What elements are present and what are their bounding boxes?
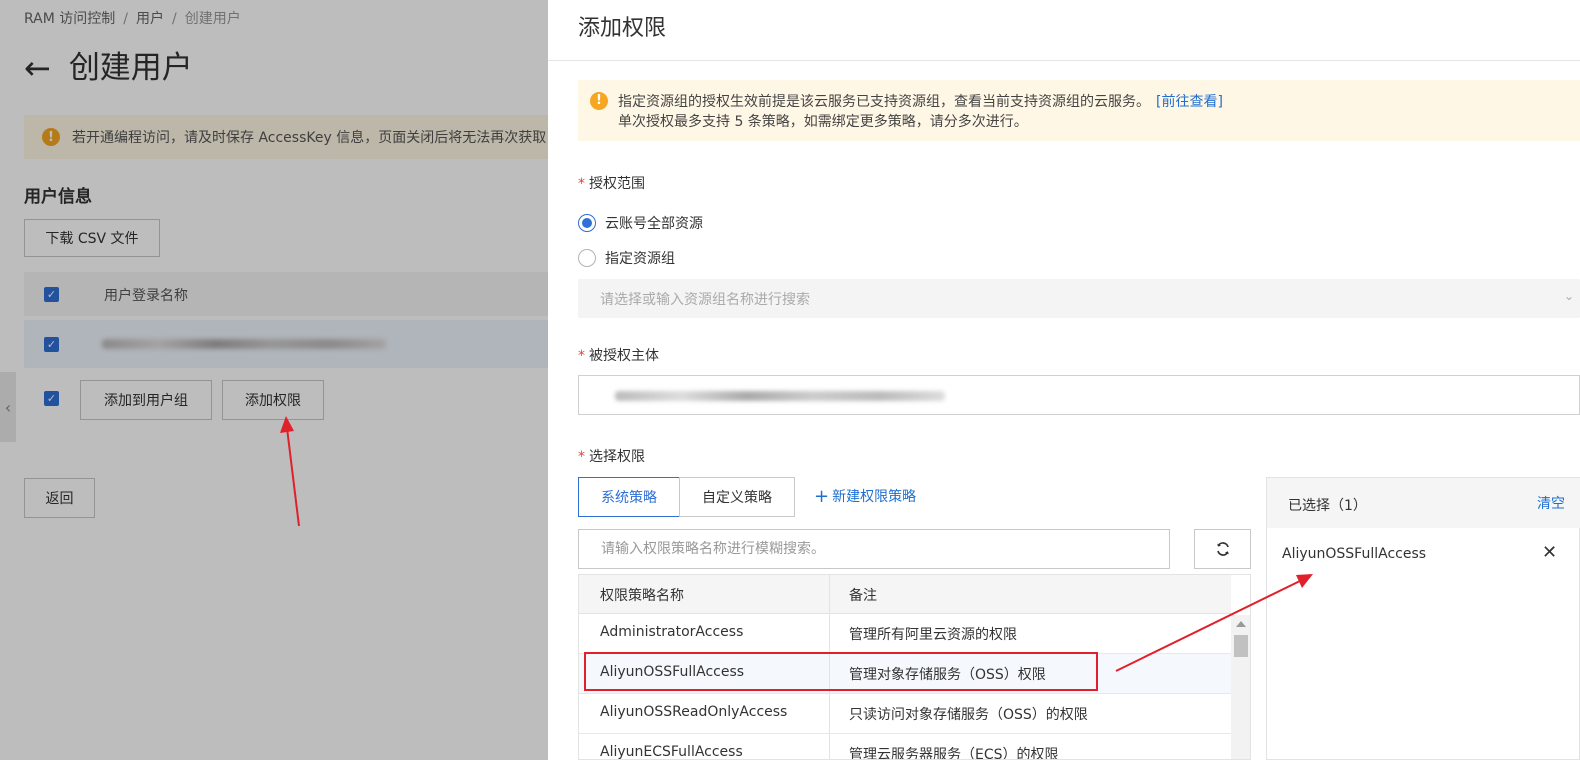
radio-unselected-icon[interactable] xyxy=(578,249,596,267)
resource-group-select: 请选择或输入资源组名称进行搜索 ⌄ xyxy=(578,279,1580,318)
warning-icon: ! xyxy=(590,92,608,110)
drawer-title: 添加权限 xyxy=(578,16,667,41)
policy-search-input[interactable] xyxy=(578,529,1170,569)
principal-input[interactable] xyxy=(578,375,1580,415)
scrollbar-thumb[interactable] xyxy=(1234,635,1248,657)
return-button[interactable]: 返回 xyxy=(24,478,95,518)
selected-policies-panel: 已选择（1） 清空 AliyunOSSFullAccess ✕ xyxy=(1266,477,1580,760)
radio-all-resources[interactable]: 云账号全部资源 xyxy=(578,213,703,233)
select-all-checkbox[interactable]: ✓ xyxy=(44,287,59,302)
page-header: ← 创建用户 xyxy=(24,52,193,84)
breadcrumb-users[interactable]: 用户 xyxy=(136,11,164,27)
collapse-handle-icon[interactable]: ‹ xyxy=(0,372,16,442)
radio-all-resources-label: 云账号全部资源 xyxy=(605,216,703,232)
required-mark: * xyxy=(578,348,585,364)
clear-link[interactable]: 清空 xyxy=(1537,493,1565,513)
required-mark: * xyxy=(578,176,585,192)
table-row[interactable]: AliyunOSSReadOnlyAccess 只读访问对象存储服务（OSS）的… xyxy=(579,694,1231,734)
principal-label-text: 被授权主体 xyxy=(589,348,659,364)
breadcrumb-current: 创建用户 xyxy=(184,11,241,27)
breadcrumb-separator: / xyxy=(172,11,177,27)
resource-group-notice: ! 指定资源组的授权生效前提是该云服务已支持资源组，查看当前支持资源组的云服务。… xyxy=(578,80,1580,141)
select-permission-label: * 选择权限 xyxy=(578,446,645,466)
policy-note: 管理对象存储服务（OSS）权限 xyxy=(849,667,1046,683)
notice-line-2: 单次授权最多支持 5 条策略，如需绑定更多策略，请分多次进行。 xyxy=(618,114,1028,130)
refresh-button[interactable] xyxy=(1194,529,1251,569)
scope-label-text: 授权范围 xyxy=(589,176,645,192)
column-divider xyxy=(829,575,830,759)
policy-name: AdministratorAccess xyxy=(600,624,744,640)
tab-custom-policy[interactable]: 自定义策略 xyxy=(679,477,795,517)
policy-note: 管理云服务器服务（ECS）的权限 xyxy=(849,747,1059,760)
table-row[interactable]: AliyunOSSFullAccess 管理对象存储服务（OSS）权限 xyxy=(579,654,1231,694)
column-policy-name: 权限策略名称 xyxy=(600,588,684,604)
plus-icon: + xyxy=(814,486,830,507)
new-policy-label: 新建权限策略 xyxy=(832,489,917,505)
radio-resource-group-label: 指定资源组 xyxy=(605,251,675,267)
selected-panel-header: 已选择（1） 清空 xyxy=(1267,478,1580,528)
back-arrow-icon[interactable]: ← xyxy=(24,52,51,84)
user-table-header: ✓ 用户登录名称 xyxy=(24,272,564,316)
column-note: 备注 xyxy=(849,588,877,604)
select-permission-label-text: 选择权限 xyxy=(589,449,645,465)
policy-table: 权限策略名称 备注 AdministratorAccess 管理所有阿里云资源的… xyxy=(578,574,1251,760)
alert-text: 若开通编程访问，请及时保存 AccessKey 信息，页面关闭后将无法再次获取 xyxy=(72,130,547,146)
section-title: 用户信息 xyxy=(24,187,92,207)
drawer-divider xyxy=(548,60,1580,61)
selected-policy-item: AliyunOSSFullAccess xyxy=(1282,546,1427,562)
policy-name: AliyunOSSFullAccess xyxy=(600,664,745,680)
chevron-down-icon: ⌄ xyxy=(1563,289,1574,303)
table-row[interactable]: AliyunECSFullAccess 管理云服务器服务（ECS）的权限 xyxy=(579,734,1231,760)
accesskey-alert: ! 若开通编程访问，请及时保存 AccessKey 信息，页面关闭后将无法再次获… xyxy=(24,115,564,159)
breadcrumb-ram[interactable]: RAM 访问控制 xyxy=(24,11,115,27)
radio-resource-group[interactable]: 指定资源组 xyxy=(578,248,675,268)
table-scrollbar[interactable] xyxy=(1231,615,1250,759)
policy-name: AliyunECSFullAccess xyxy=(600,744,743,760)
breadcrumb: RAM 访问控制 / 用户 / 创建用户 xyxy=(24,8,241,28)
required-mark: * xyxy=(578,449,585,465)
policy-note: 管理所有阿里云资源的权限 xyxy=(849,627,1017,643)
download-csv-button[interactable]: 下载 CSV 文件 xyxy=(24,219,160,257)
notice-line-1: 指定资源组的授权生效前提是该云服务已支持资源组，查看当前支持资源组的云服务。 xyxy=(618,94,1150,110)
breadcrumb-separator: / xyxy=(123,11,128,27)
batch-checkbox[interactable]: ✓ xyxy=(44,391,59,406)
resource-group-placeholder: 请选择或输入资源组名称进行搜索 xyxy=(600,291,810,308)
tab-system-policy[interactable]: 系统策略 xyxy=(578,477,680,517)
close-icon[interactable]: ✕ xyxy=(1542,542,1557,563)
page-title: 创建用户 xyxy=(68,49,193,86)
warning-icon: ! xyxy=(42,128,60,146)
add-permission-button[interactable]: 添加权限 xyxy=(222,380,324,420)
blurred-username xyxy=(102,339,386,349)
add-to-group-button[interactable]: 添加到用户组 xyxy=(80,380,212,420)
new-policy-link[interactable]: + 新建权限策略 xyxy=(814,486,916,507)
refresh-icon xyxy=(1216,542,1229,556)
radio-selected-icon[interactable] xyxy=(578,214,596,232)
blurred-principal xyxy=(615,391,945,401)
table-row[interactable]: AdministratorAccess 管理所有阿里云资源的权限 xyxy=(579,614,1231,654)
scope-label: * 授权范围 xyxy=(578,173,645,193)
column-login-name: 用户登录名称 xyxy=(104,288,188,304)
policy-note: 只读访问对象存储服务（OSS）的权限 xyxy=(849,707,1088,723)
principal-label: * 被授权主体 xyxy=(578,345,659,365)
policy-tabs: 系统策略 自定义策略 xyxy=(578,477,795,517)
add-permission-drawer: 添加权限 ! 指定资源组的授权生效前提是该云服务已支持资源组，查看当前支持资源组… xyxy=(548,0,1580,760)
scroll-up-icon[interactable] xyxy=(1236,621,1246,627)
selected-count: 已选择（1） xyxy=(1288,498,1367,514)
table-row: ✓ xyxy=(24,320,564,368)
row-checkbox[interactable]: ✓ xyxy=(44,337,59,352)
policy-name: AliyunOSSReadOnlyAccess xyxy=(600,704,788,720)
notice-link[interactable]: [前往查看] xyxy=(1156,94,1223,110)
policy-table-header: 权限策略名称 备注 xyxy=(579,575,1231,614)
